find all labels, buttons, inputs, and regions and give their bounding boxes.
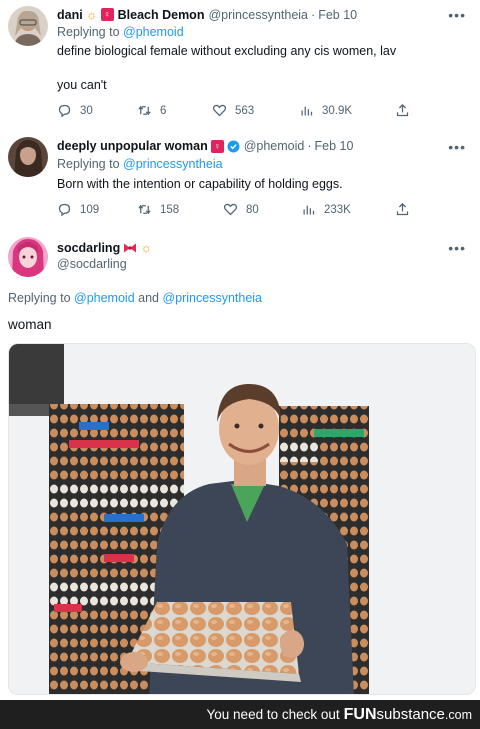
like-button[interactable]: 563 xyxy=(212,103,254,118)
reply-icon xyxy=(58,104,71,118)
heart-icon xyxy=(223,203,238,216)
retweet-icon xyxy=(138,204,151,215)
footer-prefix: You need to check out xyxy=(206,707,340,722)
replying-to-label: Replying to xyxy=(57,157,124,171)
retweet-count: 158 xyxy=(160,203,180,216)
replying-to-label: Replying to xyxy=(8,291,75,305)
more-options-icon[interactable]: ••• xyxy=(448,139,466,155)
reply-button[interactable]: 109 xyxy=(57,202,99,217)
footer-brand-rest: substance xyxy=(376,706,445,723)
handle[interactable]: @socdarling xyxy=(57,257,127,271)
replying-to: Replying to @phemoid and @princessynthei… xyxy=(8,291,262,305)
view-count: 233K xyxy=(324,203,351,216)
replying-to-label: Replying to xyxy=(57,25,124,39)
share-icon xyxy=(396,202,409,216)
share-button[interactable] xyxy=(395,202,410,217)
views-button[interactable]: 30.9K xyxy=(299,103,352,118)
timestamp[interactable]: Feb 10 xyxy=(315,139,354,153)
tweet-text-line: you can't xyxy=(57,78,107,92)
share-icon xyxy=(396,103,409,117)
footer-domain: .com xyxy=(444,707,472,722)
replying-to: Replying to @princessyntheia xyxy=(57,157,223,171)
views-icon xyxy=(303,205,315,215)
avatar[interactable] xyxy=(8,6,48,46)
bow-icon xyxy=(124,243,137,252)
display-name-extra[interactable]: Bleach Demon xyxy=(118,8,205,22)
tweet-dani[interactable]: dani ☼ ♀ Bleach Demon @princessyntheia ·… xyxy=(0,0,480,128)
like-count: 563 xyxy=(235,104,255,117)
reply-handle-link[interactable]: @phemoid xyxy=(74,291,135,305)
separator-dot: · xyxy=(307,139,312,153)
retweet-count: 6 xyxy=(160,104,167,117)
like-count: 80 xyxy=(246,203,259,216)
handle[interactable]: @phemoid xyxy=(244,139,305,153)
replying-to: Replying to @phemoid xyxy=(57,25,184,39)
display-name[interactable]: socdarling xyxy=(57,241,120,255)
reply-handle-link[interactable]: @princessyntheia xyxy=(162,291,262,305)
retweet-icon xyxy=(138,105,151,116)
verified-badge-icon xyxy=(227,140,240,152)
avatar[interactable] xyxy=(8,237,48,277)
action-bar: 30 6 563 30.9K xyxy=(57,103,417,121)
reply-icon xyxy=(58,203,71,217)
tweet-deeply-unpopular-woman[interactable]: deeply unpopular woman ♀ @phemoid · Feb … xyxy=(0,128,480,228)
tweet-text: Born with the intention or capability of… xyxy=(57,177,343,191)
share-button[interactable] xyxy=(395,103,410,118)
reply-handle-link[interactable]: @phemoid xyxy=(123,25,184,39)
views-icon xyxy=(301,106,313,116)
reply-count: 30 xyxy=(80,104,93,117)
female-sign-icon: ♀ xyxy=(100,8,114,21)
reply-handle-link[interactable]: @princessyntheia xyxy=(123,157,223,171)
footer-brand-fun: FUN xyxy=(343,705,377,723)
watermark-footer: You need to check out FUN substance .com xyxy=(0,700,480,729)
reply-count: 109 xyxy=(80,203,100,216)
action-bar: 109 158 80 233K xyxy=(57,202,417,220)
avatar[interactable] xyxy=(8,137,48,177)
more-options-icon[interactable]: ••• xyxy=(448,240,466,256)
separator-dot: · xyxy=(311,7,316,22)
views-button[interactable]: 233K xyxy=(301,202,351,217)
retweet-button[interactable]: 6 xyxy=(137,103,166,118)
more-options-icon[interactable]: ••• xyxy=(448,7,466,23)
heart-icon xyxy=(212,104,227,117)
tweet-text-line: define biological female without excludi… xyxy=(57,44,397,58)
handle[interactable]: @princessyntheia xyxy=(208,8,308,22)
tweet-text: woman xyxy=(8,317,52,332)
timestamp[interactable]: Feb 10 xyxy=(318,8,357,22)
replying-to-and: and xyxy=(134,291,163,305)
like-button[interactable]: 80 xyxy=(223,202,259,217)
display-name[interactable]: dani xyxy=(57,8,83,22)
sun-icon: ☼ xyxy=(85,7,98,22)
female-sign-icon: ♀ xyxy=(210,139,224,153)
display-name[interactable]: deeply unpopular woman xyxy=(57,139,208,153)
sun-icon: ☼ xyxy=(140,240,153,255)
retweet-button[interactable]: 158 xyxy=(137,202,179,217)
view-count: 30.9K xyxy=(322,104,353,117)
reply-button[interactable]: 30 xyxy=(57,103,93,118)
attached-photo[interactable] xyxy=(8,343,476,695)
